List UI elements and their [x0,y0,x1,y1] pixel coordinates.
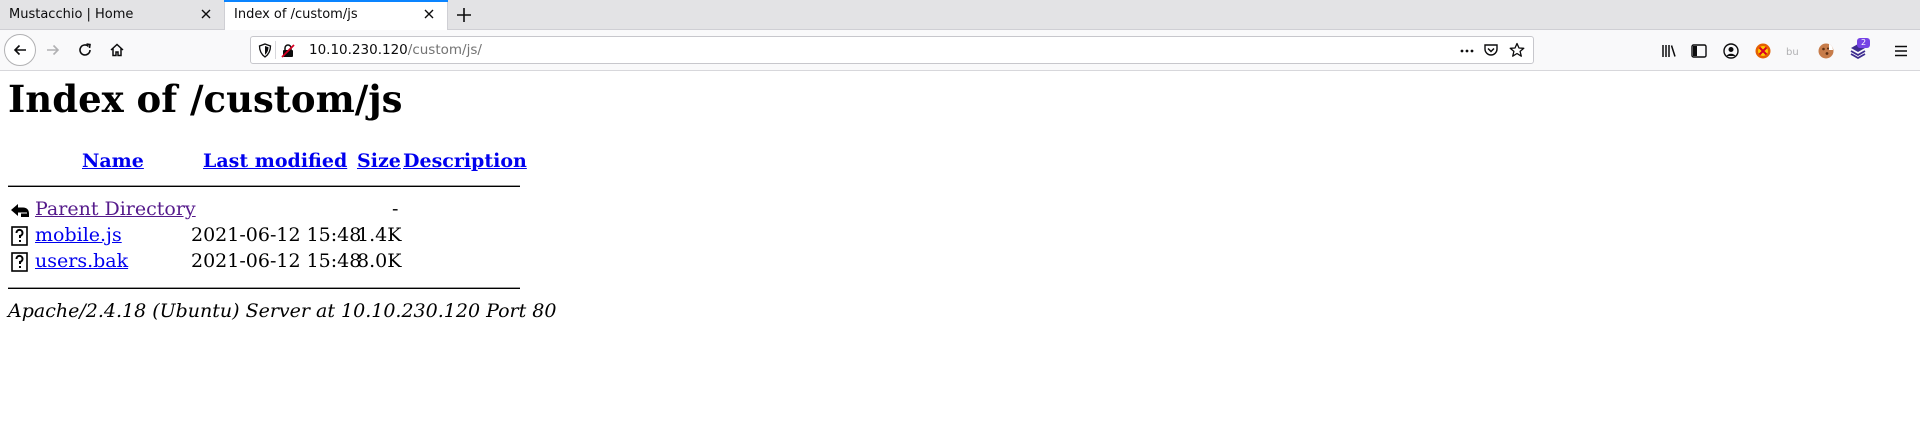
file-link-users-bak[interactable]: users.bak [35,250,128,272]
reload-icon [79,43,91,56]
tracking-protection-shield-icon[interactable] [258,43,272,63]
file-size: 1.4K [357,224,402,246]
plus-icon [457,8,471,22]
extension-icon[interactable]: bu [1785,42,1803,60]
sort-by-description-link[interactable]: Description [403,150,527,172]
sort-by-modified-link[interactable]: Last modified [203,150,347,172]
tab-title: Index of /custom/js [234,7,358,22]
library-icon[interactable] [1660,42,1678,60]
sort-by-size-link[interactable]: Size [357,150,401,172]
close-icon[interactable] [421,6,437,22]
tab-strip: Mustacchio | Home Index of /custom/js [0,0,1920,31]
parent-directory-link[interactable]: Parent Directory [35,198,196,220]
back-arrow-icon [10,200,30,220]
pocket-icon[interactable] [1483,42,1499,63]
server-signature: Apache/2.4.18 (Ubuntu) Server at 10.10.2… [8,300,557,322]
back-button[interactable] [4,34,36,66]
tab-mustacchio-home[interactable]: Mustacchio | Home [0,0,224,30]
svg-text:bu: bu [1786,47,1799,58]
page-title: Index of /custom/js [8,77,403,121]
back-arrow-icon [13,44,26,56]
menu-icon[interactable] [1892,42,1910,60]
page-content: Index of /custom/js Name Last modified S… [0,71,1920,422]
address-bar[interactable]: 10.10.230.120/custom/js/ [250,36,1534,64]
tab-title: Mustacchio | Home [9,7,134,22]
last-modified: 2021-06-12 15:48 [191,224,362,246]
extension-badge: 2 [1857,38,1870,48]
home-button[interactable] [101,34,133,66]
column-header-modified[interactable]: Last modified [203,150,347,172]
header-divider [8,185,520,187]
footer-divider [8,287,520,289]
extension-icon[interactable] [1754,42,1772,60]
column-header-description[interactable]: Description [403,150,527,172]
column-header-size[interactable]: Size [357,150,401,172]
new-tab-button[interactable] [452,3,476,27]
close-icon[interactable] [198,6,214,22]
last-modified: 2021-06-12 15:48 [191,250,362,272]
unknown-file-icon [10,252,30,272]
column-header-name[interactable]: Name [82,150,144,172]
tab-index-custom-js[interactable]: Index of /custom/js [224,0,448,31]
url-host: 10.10.230.120 [309,42,408,58]
extension-icon[interactable] [1817,42,1835,60]
sidebar-icon[interactable] [1690,42,1708,60]
reload-button[interactable] [69,34,101,66]
file-size: 8.0K [357,250,402,272]
forward-button[interactable] [37,34,69,66]
url-divider [275,41,276,59]
page-actions-more-icon[interactable] [1459,43,1475,64]
home-icon [110,43,124,57]
insecure-connection-lock-icon[interactable] [280,43,296,64]
bookmark-star-icon[interactable] [1509,42,1525,63]
unknown-file-icon [10,226,30,246]
forward-arrow-icon [47,44,60,56]
url-text[interactable]: 10.10.230.120/custom/js/ [309,42,482,58]
file-link-mobile-js[interactable]: mobile.js [35,224,122,246]
url-path: /custom/js/ [407,42,482,58]
account-icon[interactable] [1722,42,1740,60]
file-size: - [392,198,399,220]
sort-by-name-link[interactable]: Name [82,150,144,172]
